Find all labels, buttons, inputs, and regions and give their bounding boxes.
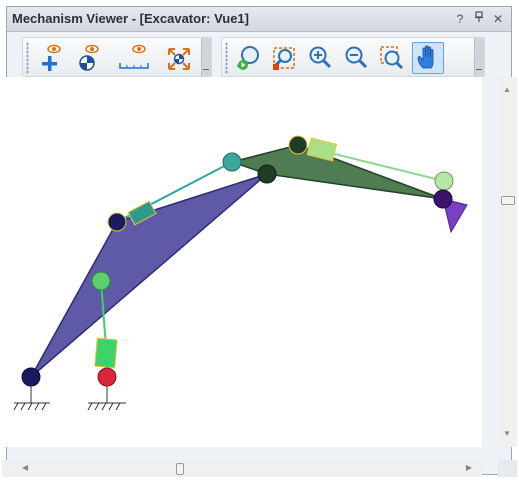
ground-symbol-boom [13, 386, 50, 411]
zoom-out-icon [345, 46, 368, 69]
mechanism-drawing [13, 135, 468, 411]
boom-stick-joint[interactable] [257, 164, 277, 184]
zoom-area-button[interactable] [376, 42, 408, 74]
stick-pivot-joint[interactable] [222, 152, 242, 172]
zoom-in-button[interactable] [304, 42, 336, 74]
scroll-left-arrow[interactable]: ◀ [22, 463, 28, 473]
pin-button[interactable] [470, 10, 488, 28]
pin-icon [475, 11, 483, 22]
help-button[interactable]: ? [451, 10, 469, 28]
measure-button[interactable] [115, 42, 153, 74]
zoom-window-button[interactable] [268, 42, 300, 74]
ground-symbol-lift [87, 386, 126, 411]
pan-hand-button[interactable] [412, 42, 444, 74]
horizontal-scrollbar[interactable]: ◀ ▶ [2, 460, 482, 477]
bucket-pivot-joint[interactable] [433, 189, 453, 209]
lift-base-joint[interactable] [97, 367, 117, 387]
toolbar-group-display [22, 37, 212, 77]
toolbar-grip[interactable] [26, 42, 29, 74]
add-point-icon [42, 44, 61, 71]
title-bar: Mechanism Viewer - [Excavator: Vue1] ? ✕ [7, 7, 511, 32]
toolbar-grip[interactable] [225, 42, 228, 74]
window-title: Mechanism Viewer - [Excavator: Vue1] [12, 11, 249, 26]
fit-extents-icon [168, 48, 190, 70]
stick-top-joint[interactable] [288, 135, 308, 155]
vertical-scroll-thumb[interactable] [501, 196, 515, 205]
zoom-window-icon [273, 47, 295, 70]
add-point-button[interactable] [35, 42, 67, 74]
scroll-right-arrow[interactable]: ▶ [466, 463, 472, 473]
bucket-link-joint[interactable] [434, 171, 454, 191]
toolbar-overflow-button[interactable] [201, 38, 211, 76]
zoom-area-icon [380, 46, 404, 70]
zoom-reset-icon [236, 46, 259, 70]
pan-hand-icon [417, 45, 434, 69]
center-of-mass-icon [79, 44, 99, 71]
center-of-mass-button[interactable] [73, 42, 105, 74]
vertical-scrollbar[interactable]: ▲ ▼ [498, 77, 517, 447]
fit-extents-button[interactable] [163, 42, 195, 74]
toolbar-group-zoom [221, 37, 485, 77]
zoom-reset-button[interactable] [232, 42, 264, 74]
toolbar [7, 32, 511, 82]
zoom-in-icon [309, 46, 332, 69]
scrollbar-corner [498, 460, 517, 477]
toolbar-overflow-button[interactable] [474, 38, 484, 76]
lift-top-joint[interactable] [91, 271, 111, 291]
scroll-down-arrow[interactable]: ▼ [503, 429, 511, 439]
mechanism-canvas[interactable] [2, 77, 482, 447]
boom-base-joint[interactable] [21, 367, 41, 387]
horizontal-scroll-thumb[interactable] [176, 463, 184, 475]
boom-cylinder-joint[interactable] [107, 212, 127, 232]
zoom-out-button[interactable] [340, 42, 372, 74]
lift-cylinder-body[interactable] [94, 337, 118, 369]
measure-icon [119, 44, 149, 69]
close-button[interactable]: ✕ [489, 10, 507, 28]
scroll-up-arrow[interactable]: ▲ [503, 85, 511, 95]
